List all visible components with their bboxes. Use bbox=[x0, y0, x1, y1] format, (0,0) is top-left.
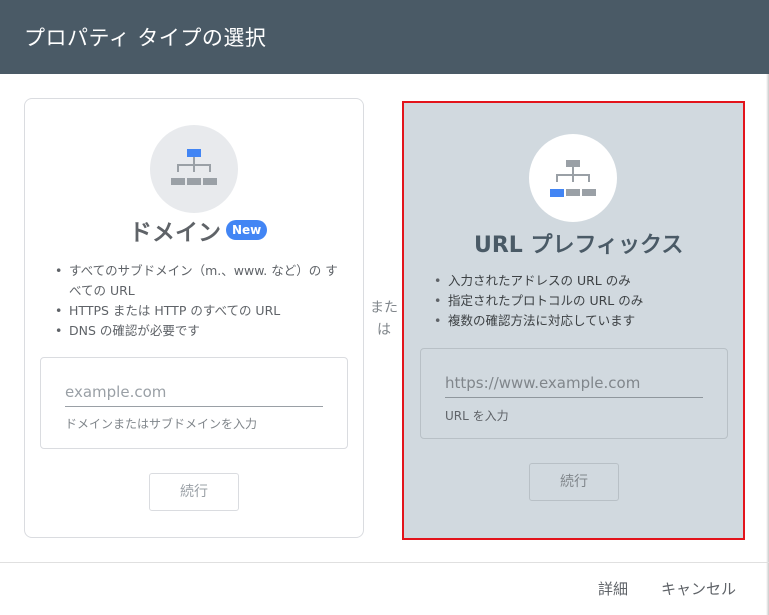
details-button[interactable]: 詳細 bbox=[598, 578, 628, 599]
url-input-box: URL を入力 bbox=[420, 348, 728, 439]
sitemap-icon bbox=[171, 149, 217, 185]
domain-card-title: ドメイン bbox=[129, 220, 221, 246]
new-badge: New bbox=[226, 220, 268, 240]
list-item: 複数の確認方法に対応しています bbox=[430, 311, 730, 331]
dialog-header: プロパティ タイプの選択 bbox=[0, 0, 769, 74]
domain-continue-button[interactable]: 続行 bbox=[149, 473, 239, 511]
url-prefix-card-title: URL プレフィックス bbox=[474, 233, 684, 258]
list-item: すべてのサブドメイン（m.、www. など）の すべての URL bbox=[51, 261, 341, 301]
url-prefix-feature-list: 入力されたアドレスの URL のみ 指定されたプロトコルの URL のみ 複数の… bbox=[430, 271, 730, 331]
domain-input-helper: ドメインまたはサブドメインを入力 bbox=[65, 417, 258, 431]
url-prefix-property-card[interactable]: URL プレフィックス 入力されたアドレスの URL のみ 指定されたプロトコル… bbox=[402, 101, 745, 540]
dialog-title: プロパティ タイプの選択 bbox=[24, 26, 267, 50]
list-item: HTTPS または HTTP のすべての URL bbox=[51, 301, 341, 321]
domain-feature-list: すべてのサブドメイン（m.、www. など）の すべての URL HTTPS ま… bbox=[51, 261, 341, 341]
cancel-button[interactable]: キャンセル bbox=[661, 578, 736, 599]
url-continue-button[interactable]: 続行 bbox=[529, 463, 619, 501]
sitemap-icon bbox=[550, 160, 596, 197]
url-prefix-icon-circle bbox=[529, 134, 617, 222]
domain-icon-circle bbox=[150, 125, 238, 213]
domain-input-box: ドメインまたはサブドメインを入力 bbox=[40, 357, 348, 449]
footer-divider bbox=[0, 562, 769, 563]
or-separator: または bbox=[370, 300, 398, 338]
url-input[interactable] bbox=[445, 369, 703, 398]
list-item: DNS の確認が必要です bbox=[51, 321, 341, 341]
url-input-helper: URL を入力 bbox=[445, 409, 509, 423]
domain-property-card[interactable]: ドメイン New すべてのサブドメイン（m.、www. など）の すべての UR… bbox=[24, 98, 364, 538]
list-item: 入力されたアドレスの URL のみ bbox=[430, 271, 730, 291]
list-item: 指定されたプロトコルの URL のみ bbox=[430, 291, 730, 311]
domain-input[interactable] bbox=[65, 378, 323, 407]
